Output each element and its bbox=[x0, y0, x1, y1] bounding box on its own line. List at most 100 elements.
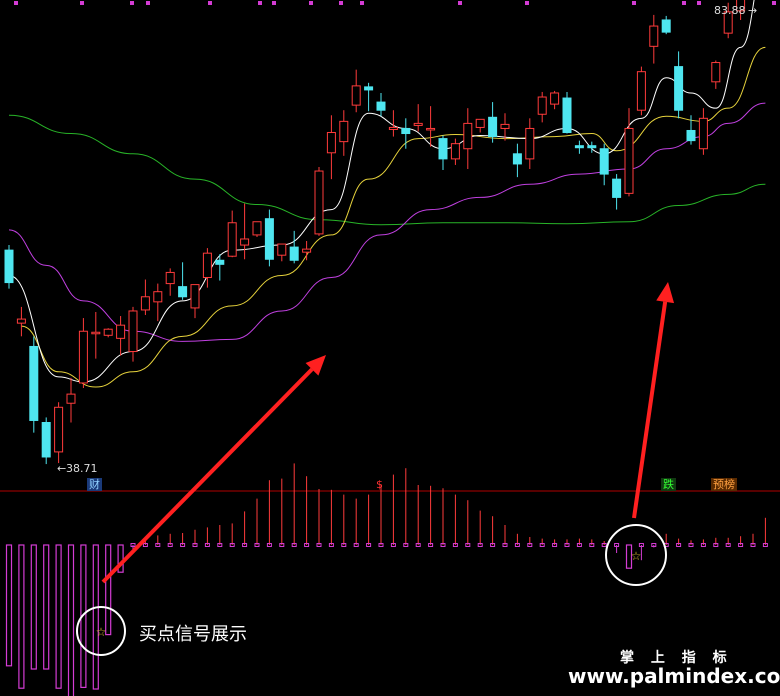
candle-body bbox=[599, 148, 609, 175]
candle bbox=[649, 14, 659, 64]
candle bbox=[103, 328, 113, 338]
candle bbox=[463, 108, 473, 170]
candle-body bbox=[190, 284, 200, 309]
top-dot bbox=[309, 1, 313, 5]
candle-body bbox=[128, 310, 138, 353]
candle bbox=[426, 106, 436, 147]
top-dot bbox=[208, 1, 212, 5]
candle bbox=[401, 118, 411, 149]
candle-body bbox=[574, 145, 584, 149]
candle-body bbox=[78, 330, 88, 384]
top-dot bbox=[772, 1, 776, 5]
candle bbox=[537, 91, 547, 123]
top-dot bbox=[632, 1, 636, 5]
candle-body bbox=[302, 248, 312, 253]
candle bbox=[190, 284, 200, 319]
candle-body bbox=[587, 145, 597, 149]
price-low-label: 38.71 bbox=[66, 462, 98, 475]
candle-body bbox=[500, 123, 510, 129]
candle bbox=[599, 143, 609, 186]
candle-body bbox=[686, 129, 696, 142]
candle bbox=[711, 60, 721, 89]
candle-body bbox=[512, 153, 522, 165]
top-dot bbox=[258, 1, 262, 5]
candle-body bbox=[711, 62, 721, 83]
top-dot bbox=[697, 1, 701, 5]
candle bbox=[674, 51, 684, 119]
candle bbox=[116, 316, 126, 356]
candle bbox=[450, 138, 460, 165]
histogram-bar bbox=[92, 544, 99, 690]
top-dot bbox=[339, 1, 343, 5]
candle-body bbox=[227, 222, 237, 257]
candle bbox=[488, 102, 498, 143]
candle bbox=[16, 306, 26, 337]
buy-star-icon-left: ☆ bbox=[96, 625, 107, 639]
candle-body bbox=[438, 138, 448, 160]
candle bbox=[165, 268, 175, 296]
candle-body bbox=[29, 345, 39, 421]
candle bbox=[438, 135, 448, 171]
signal-arrow-left-shaft bbox=[101, 367, 314, 584]
candle-body bbox=[215, 259, 225, 265]
top-dot bbox=[14, 1, 18, 5]
candle-body bbox=[426, 127, 436, 131]
candle bbox=[376, 92, 386, 117]
candle bbox=[29, 336, 39, 433]
caption-buy-signal: 买点信号展示 bbox=[139, 624, 247, 645]
signal-arrow-right-head bbox=[656, 282, 675, 304]
candle-body bbox=[314, 170, 324, 235]
candle bbox=[252, 221, 262, 237]
candle-body bbox=[66, 393, 76, 404]
candle-body bbox=[488, 116, 498, 138]
candle bbox=[302, 241, 312, 261]
candle bbox=[240, 203, 250, 260]
candle bbox=[364, 82, 374, 112]
candle bbox=[289, 230, 299, 264]
candle bbox=[78, 318, 88, 389]
candle bbox=[178, 262, 188, 300]
marker-die: 跌 bbox=[661, 478, 676, 491]
candle-body bbox=[202, 252, 212, 279]
candle bbox=[41, 417, 51, 465]
top-dot bbox=[146, 1, 150, 5]
candle-body bbox=[140, 296, 150, 311]
candle-body bbox=[674, 66, 684, 111]
histogram-bar bbox=[43, 544, 50, 670]
candle bbox=[351, 69, 361, 113]
candle-body bbox=[16, 318, 26, 324]
right-arrow-icon: → bbox=[748, 4, 758, 17]
top-dot bbox=[130, 1, 134, 5]
candle bbox=[413, 104, 423, 132]
stock-chart: ☆ ☆ bbox=[0, 0, 780, 696]
candlestick-series bbox=[4, 0, 746, 465]
candle bbox=[54, 402, 64, 464]
candle bbox=[4, 245, 14, 289]
candle-body bbox=[364, 86, 374, 91]
candle bbox=[153, 283, 163, 322]
candle-body bbox=[649, 25, 659, 47]
candle bbox=[698, 108, 708, 155]
candle bbox=[339, 110, 349, 156]
top-dot bbox=[80, 1, 84, 5]
left-arrow-icon: ← bbox=[57, 462, 67, 475]
candle-body bbox=[289, 246, 299, 261]
histogram-bar bbox=[67, 544, 75, 696]
candle-body bbox=[376, 101, 386, 111]
candle-body bbox=[103, 328, 113, 336]
candle-body bbox=[165, 271, 175, 285]
candle bbox=[227, 210, 237, 258]
candle-body bbox=[475, 118, 485, 128]
top-tick-dots bbox=[14, 1, 776, 5]
candle bbox=[574, 140, 584, 154]
candle bbox=[512, 143, 522, 178]
candle bbox=[562, 91, 572, 134]
candle-body bbox=[612, 178, 622, 198]
candle-body bbox=[537, 96, 547, 115]
candle-body bbox=[277, 243, 287, 256]
candle-body bbox=[252, 221, 262, 236]
candle-body bbox=[4, 249, 14, 284]
candle-body bbox=[525, 127, 535, 160]
candle bbox=[636, 66, 646, 116]
histogram-bar bbox=[105, 544, 112, 636]
